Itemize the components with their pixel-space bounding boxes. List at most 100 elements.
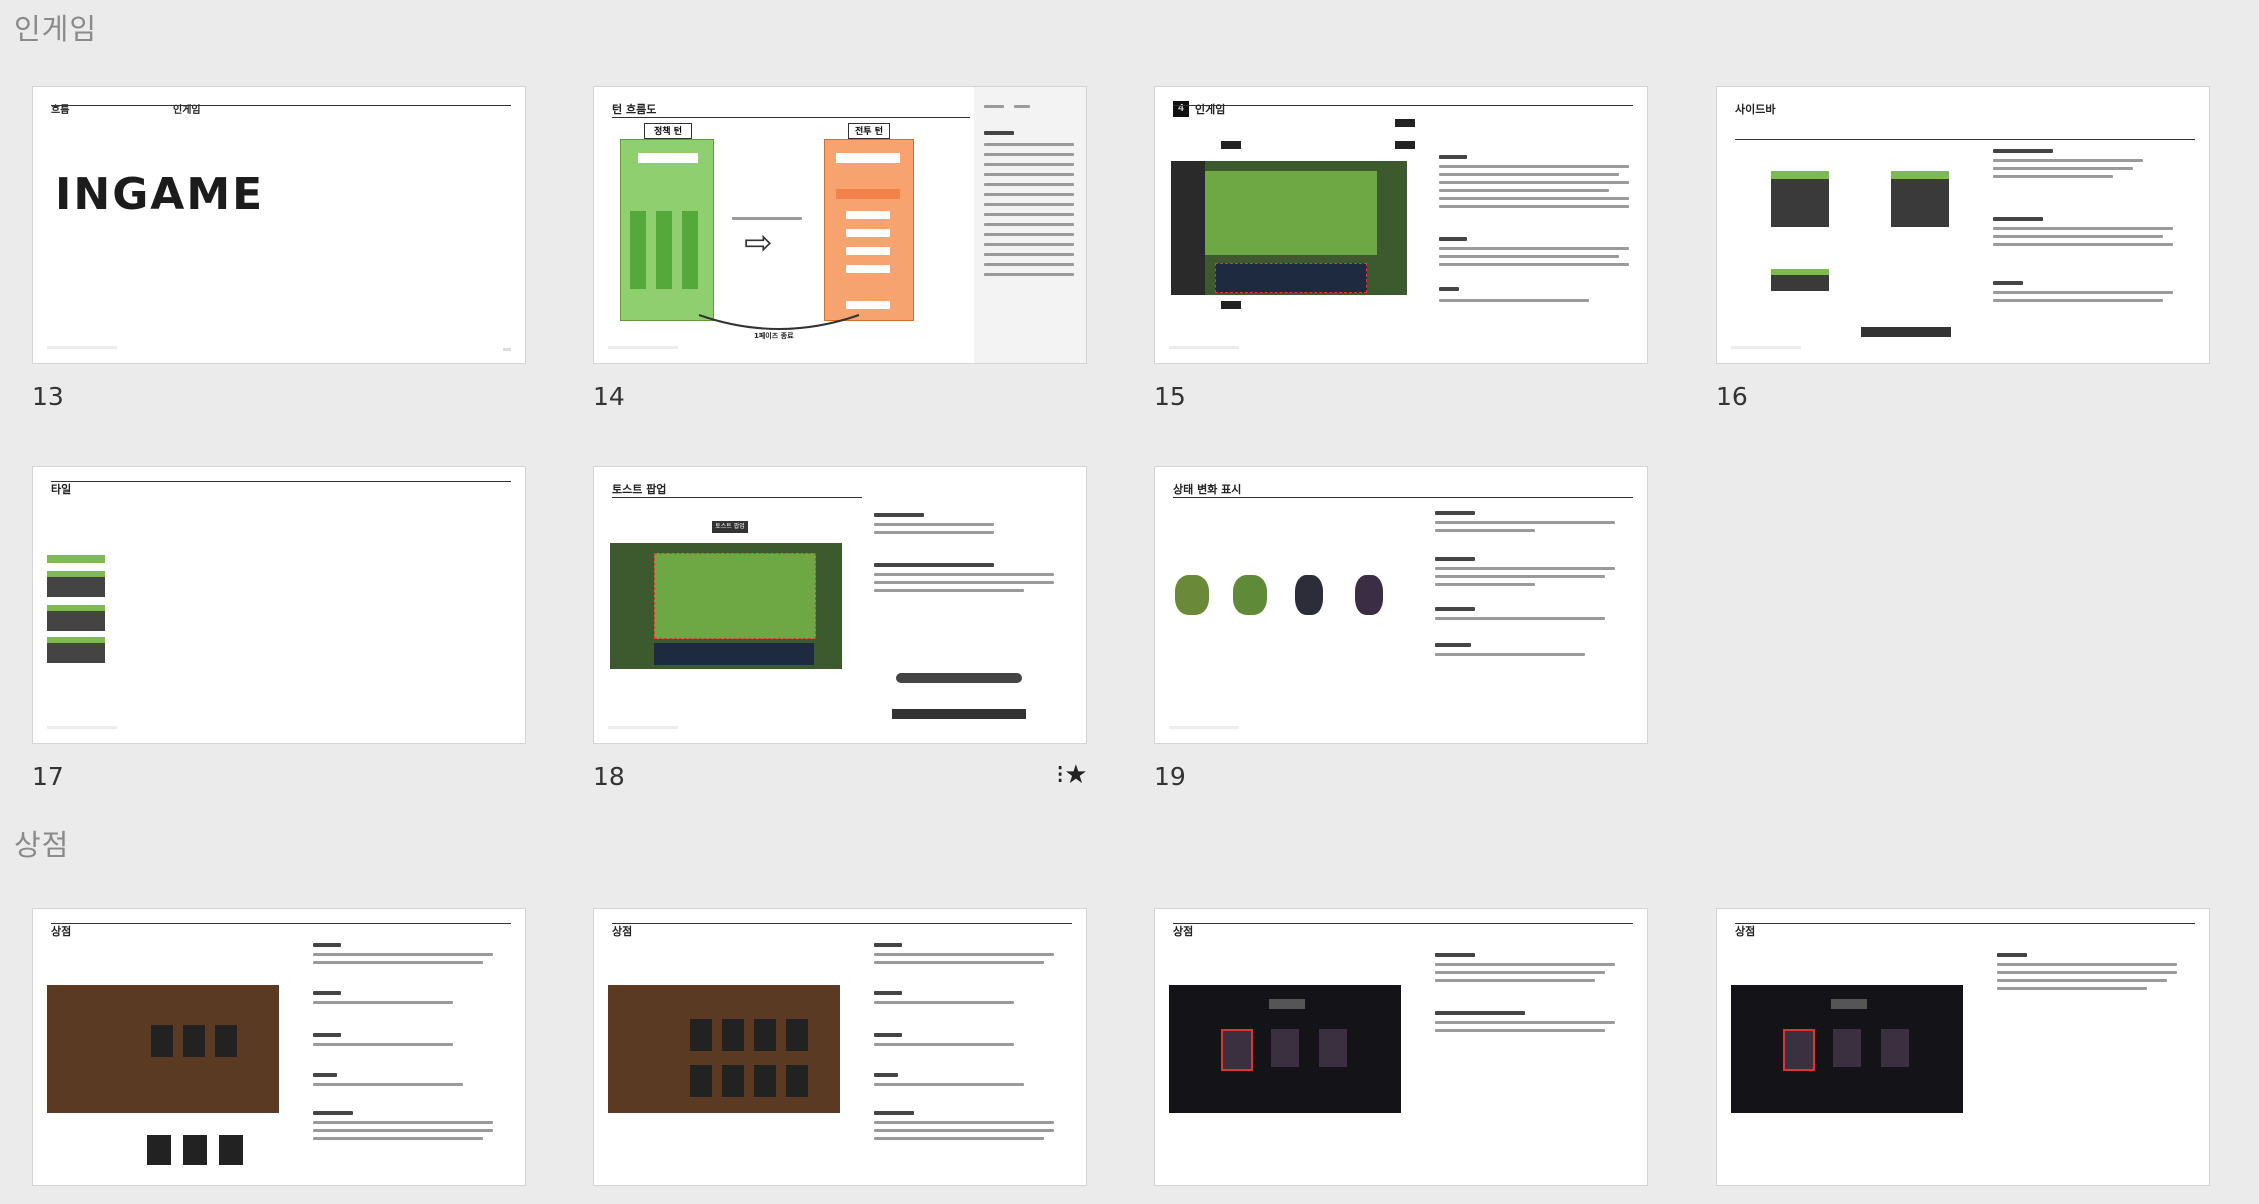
text-line xyxy=(1435,583,1535,586)
slide-rule xyxy=(612,117,970,118)
text-header xyxy=(1993,217,2043,221)
text-line xyxy=(874,1083,1024,1086)
slide-thumbnail-19[interactable]: 상태 변화 표시 xyxy=(1154,466,1648,744)
slide-thumbnail-18[interactable]: 토스트 팝업 토스트 팝업 xyxy=(593,466,1087,744)
text-line xyxy=(1439,255,1619,258)
section-header-ingame[interactable]: 인게임 xyxy=(14,6,97,48)
text-header xyxy=(1439,155,1467,159)
slide-rule xyxy=(1173,923,1633,924)
text-header xyxy=(874,1073,898,1077)
sidebar-panel xyxy=(1771,269,1829,291)
slide-footer xyxy=(1169,726,1239,729)
select-card xyxy=(1319,1029,1347,1067)
tile-sample xyxy=(47,637,105,663)
slide-thumbnail-22[interactable]: 상점 xyxy=(1154,908,1648,1186)
table-text xyxy=(984,263,1074,266)
slide-big-title: INGAME xyxy=(55,169,265,220)
shop-card xyxy=(722,1019,744,1051)
text-header xyxy=(1435,557,1475,561)
slide-page-mark xyxy=(503,348,511,351)
text-line xyxy=(1993,235,2163,238)
text-header xyxy=(1993,281,2023,285)
text-line xyxy=(313,1121,493,1124)
table-text xyxy=(984,173,1074,176)
text-line xyxy=(1997,987,2147,990)
slide-title: 타일 xyxy=(51,483,72,496)
text-header xyxy=(874,563,994,567)
text-line xyxy=(1439,247,1629,250)
star-icon[interactable]: ⁝★ xyxy=(1056,760,1088,790)
policy-step xyxy=(638,153,698,163)
slide-number-15: 15 xyxy=(1154,382,1186,411)
text-header xyxy=(874,943,902,947)
slide-thumbnail-14[interactable]: 턴 흐름도 정책 턴 ⇨ 전투 턴 1페이즈 종료 xyxy=(593,86,1087,364)
text-header xyxy=(1435,953,1475,957)
text-line xyxy=(1435,653,1585,656)
slide-rule xyxy=(51,481,511,482)
callout xyxy=(1395,119,1415,127)
slide-label-ingame: 인게임 xyxy=(173,105,201,116)
slide-number-16: 16 xyxy=(1716,382,1748,411)
battle-turn-label: 전투 턴 xyxy=(848,123,890,139)
table-text xyxy=(984,153,1074,156)
toast-preview xyxy=(896,673,1022,683)
text-line xyxy=(1435,521,1615,524)
slide-rule xyxy=(612,497,862,498)
text-line xyxy=(313,1137,483,1140)
select-card xyxy=(1221,1029,1253,1071)
text-header xyxy=(1435,607,1475,611)
text-line xyxy=(874,1001,1014,1004)
text-line xyxy=(313,953,493,956)
shop-card xyxy=(183,1025,205,1057)
sidebar-panel xyxy=(1771,171,1829,227)
text-header xyxy=(1439,287,1459,291)
text-header xyxy=(313,1111,353,1115)
slide-title: 상점 xyxy=(612,925,633,938)
shop-card xyxy=(147,1135,171,1165)
arrow-right-icon: ⇨ xyxy=(744,223,773,263)
slide-thumbnail-21[interactable]: 상점 xyxy=(593,908,1087,1186)
text-line xyxy=(1435,567,1615,570)
shop-card xyxy=(754,1065,776,1097)
text-line xyxy=(1997,979,2167,982)
policy-sub xyxy=(630,211,646,289)
text-header xyxy=(1435,1011,1525,1015)
shop-card xyxy=(690,1065,712,1097)
slide-title: 턴 흐름도 xyxy=(612,103,657,116)
text-line xyxy=(874,961,1044,964)
sidebar-tooltip xyxy=(1861,327,1951,337)
policy-turn-label: 정책 턴 xyxy=(644,123,692,139)
slide-thumbnail-15[interactable]: 4 인게임 xyxy=(1154,86,1648,364)
text-header xyxy=(874,513,924,517)
policy-sub xyxy=(682,211,698,289)
monster-sprite xyxy=(1233,575,1267,615)
text-line xyxy=(874,1121,1054,1124)
text-line xyxy=(874,589,1024,592)
text-line xyxy=(1439,181,1629,184)
tile-sample xyxy=(47,555,105,563)
text-line xyxy=(313,1043,453,1046)
text-header xyxy=(1993,149,2053,153)
slide-thumbnail-17[interactable]: 타일 xyxy=(32,466,526,744)
slide-title: 상점 xyxy=(51,925,72,938)
text-line xyxy=(1997,971,2177,974)
section-header-shop[interactable]: 상점 xyxy=(14,822,69,864)
text-line xyxy=(1435,617,1605,620)
text-line xyxy=(1993,227,2173,230)
slide-thumbnail-23[interactable]: 상점 xyxy=(1716,908,2210,1186)
text-header xyxy=(874,1111,914,1115)
slide-thumbnail-20[interactable]: 상점 xyxy=(32,908,526,1186)
character-sprite xyxy=(1355,575,1383,615)
text-line xyxy=(1439,197,1629,200)
game-sidebar xyxy=(1171,161,1205,295)
text-line xyxy=(1435,575,1605,578)
text-header xyxy=(1435,511,1475,515)
slide-label-flow: 흐름 xyxy=(51,105,70,116)
table-text xyxy=(984,193,1074,196)
slide-thumbnail-13[interactable]: 흐름 인게임 INGAME xyxy=(32,86,526,364)
shop-card xyxy=(786,1019,808,1051)
text-line xyxy=(1993,299,2163,302)
text-line xyxy=(874,581,1054,584)
slide-thumbnail-16[interactable]: 사이드바 xyxy=(1716,86,2210,364)
text-line xyxy=(1439,263,1629,266)
